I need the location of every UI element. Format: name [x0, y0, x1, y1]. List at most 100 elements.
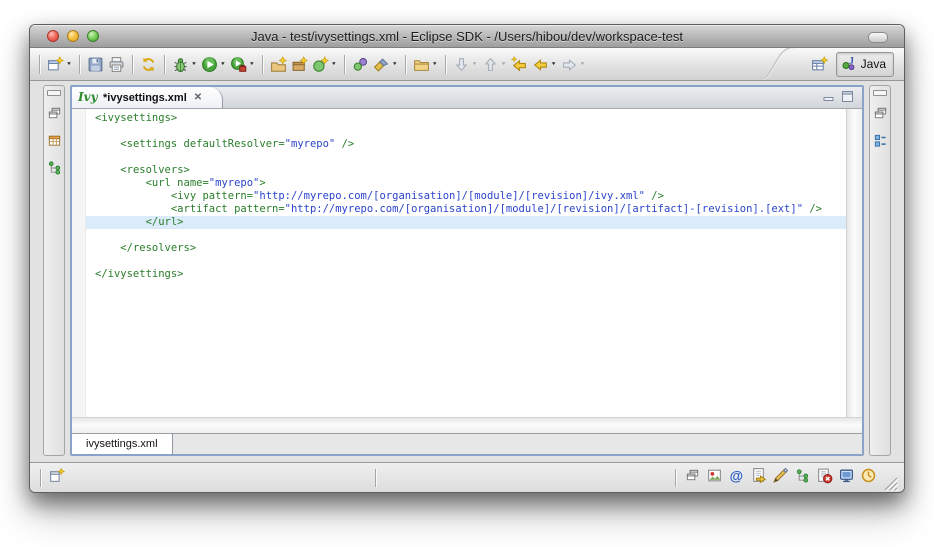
- new-java-project-button[interactable]: [268, 52, 289, 76]
- package-explorer-button[interactable]: [45, 134, 63, 152]
- code-line[interactable]: [95, 229, 846, 242]
- save-icon: [87, 56, 104, 73]
- last-edit-location-button[interactable]: [509, 52, 530, 76]
- code-line[interactable]: [95, 255, 846, 268]
- java-perspective-label: Java: [861, 57, 886, 71]
- back-button[interactable]: ▼: [530, 52, 559, 76]
- code-editor[interactable]: <ivysettings> <settings defaultResolver=…: [86, 109, 846, 417]
- outline-view-button[interactable]: [871, 134, 889, 152]
- vertical-scrollbar[interactable]: [846, 109, 862, 417]
- debug-menu-caret[interactable]: ▼: [191, 62, 197, 67]
- error-log-view-button[interactable]: [815, 468, 834, 487]
- progress-view-button[interactable]: [859, 468, 878, 487]
- forward-menu-caret[interactable]: ▼: [580, 62, 586, 67]
- declaration-view-button[interactable]: [749, 468, 768, 487]
- toolbar-separator: [164, 55, 165, 74]
- perspective-button-java[interactable]: J Java: [836, 52, 894, 77]
- restore-views-button-status[interactable]: [683, 468, 702, 487]
- right-trim-handle[interactable]: [873, 90, 887, 96]
- left-trim-handle[interactable]: [47, 90, 61, 96]
- code-line[interactable]: [95, 151, 846, 164]
- code-line[interactable]: <url name="myrepo">: [95, 177, 846, 190]
- code-line[interactable]: <resolvers>: [95, 164, 846, 177]
- open-resource-button[interactable]: ▼: [411, 52, 440, 76]
- restore-views-button[interactable]: [45, 107, 63, 125]
- maximize-editor-icon[interactable]: [842, 89, 854, 107]
- previous-annotation-button[interactable]: ▼: [480, 52, 509, 76]
- open-type-button[interactable]: [350, 52, 371, 76]
- fast-view-bar: @: [680, 468, 881, 487]
- new-package-button[interactable]: [289, 52, 310, 76]
- open-perspective-icon: [811, 56, 828, 73]
- status-bar: @: [30, 462, 904, 492]
- eclipse-window: Java - test/ivysettings.xml - Eclipse SD…: [29, 24, 905, 493]
- restore-views-button-right[interactable]: [871, 107, 889, 125]
- save-button[interactable]: [85, 52, 106, 76]
- editor-tab-ivysettings[interactable]: Ivy *ivysettings.xml ✕: [72, 87, 223, 108]
- title-bar[interactable]: Java - test/ivysettings.xml - Eclipse SD…: [30, 25, 904, 48]
- code-line[interactable]: <settings defaultResolver="myrepo" />: [95, 138, 846, 151]
- run-menu-caret[interactable]: ▼: [220, 62, 226, 67]
- open-resource-menu-caret[interactable]: ▼: [432, 62, 438, 67]
- svg-text:J: J: [849, 56, 854, 67]
- debug-button[interactable]: ▼: [170, 52, 199, 76]
- code-line[interactable]: <ivysettings>: [95, 112, 846, 125]
- gallery-view-button[interactable]: [705, 468, 724, 487]
- type-hierarchy-button[interactable]: [45, 161, 63, 179]
- external-tools-menu-caret[interactable]: ▼: [249, 62, 255, 67]
- search-flashlight-icon: [373, 56, 390, 73]
- code-line[interactable]: <ivy pattern="http://myrepo.com/[organis…: [95, 190, 846, 203]
- code-line[interactable]: [95, 125, 846, 138]
- tab-close-icon[interactable]: ✕: [192, 92, 204, 104]
- search-menu-caret[interactable]: ▼: [392, 62, 398, 67]
- print-button[interactable]: [106, 52, 127, 76]
- right-trim-bar: [869, 85, 891, 456]
- editor-tab-label: *ivysettings.xml: [103, 92, 187, 104]
- run-button[interactable]: ▼: [199, 52, 228, 76]
- declaration-icon: [750, 467, 767, 489]
- external-tools-button[interactable]: ▼: [228, 52, 257, 76]
- console-view-button[interactable]: [837, 468, 856, 487]
- run-icon: [201, 56, 218, 73]
- forward-button[interactable]: ▼: [559, 52, 588, 76]
- javadoc-view-button[interactable]: @: [727, 468, 746, 487]
- pen-icon: [772, 467, 789, 489]
- minimize-editor-icon[interactable]: [823, 89, 835, 107]
- back-arrow-icon: [532, 56, 549, 73]
- desktop: { "titlebar": { "title": "Java - test/iv…: [0, 0, 934, 547]
- editor-body: <ivysettings> <settings defaultResolver=…: [72, 109, 862, 417]
- previous-annotation-menu-caret[interactable]: ▼: [501, 62, 507, 67]
- resize-grip[interactable]: [883, 476, 898, 491]
- search-button[interactable]: ▼: [371, 52, 400, 76]
- folder-icon: [413, 56, 430, 73]
- new-class-menu-caret[interactable]: ▼: [331, 62, 337, 67]
- new-wizard-menu-caret[interactable]: ▼: [66, 62, 72, 67]
- annotation-ruler[interactable]: [72, 109, 86, 417]
- show-view-as-fast-view-button[interactable]: [47, 468, 66, 487]
- code-line[interactable]: </resolvers>: [95, 242, 846, 255]
- code-line[interactable]: <artifact pattern="http://myrepo.com/[or…: [95, 203, 846, 216]
- ivy-console-button[interactable]: [771, 468, 790, 487]
- refresh-button[interactable]: [138, 52, 159, 76]
- back-menu-caret[interactable]: ▼: [551, 62, 557, 67]
- code-line[interactable]: </ivysettings>: [95, 268, 846, 281]
- new-wizard-button[interactable]: ▼: [45, 52, 74, 76]
- page-tab-ivysettings[interactable]: ivysettings.xml: [72, 434, 173, 454]
- new-class-button[interactable]: ▼: [310, 52, 339, 76]
- next-annotation-menu-caret[interactable]: ▼: [472, 62, 478, 67]
- open-perspective-button[interactable]: [809, 52, 830, 76]
- gallery-icon: [706, 467, 723, 489]
- next-annotation-button[interactable]: ▼: [451, 52, 480, 76]
- toolbar-toggle-lozenge[interactable]: [868, 32, 888, 43]
- horizontal-scrollbar[interactable]: [72, 417, 862, 433]
- perspective-bar-curve: [749, 48, 809, 80]
- close-button[interactable]: [47, 30, 59, 42]
- code-line[interactable]: </url>: [86, 216, 846, 229]
- minimize-button[interactable]: [67, 30, 79, 42]
- print-icon: [108, 56, 125, 73]
- svg-text:Ivy: Ivy: [78, 90, 98, 104]
- hierarchy-view-button[interactable]: [793, 468, 812, 487]
- zoom-button[interactable]: [87, 30, 99, 42]
- left-trim-bar: [43, 85, 65, 456]
- ivy-logo-icon: Ivy: [78, 89, 98, 107]
